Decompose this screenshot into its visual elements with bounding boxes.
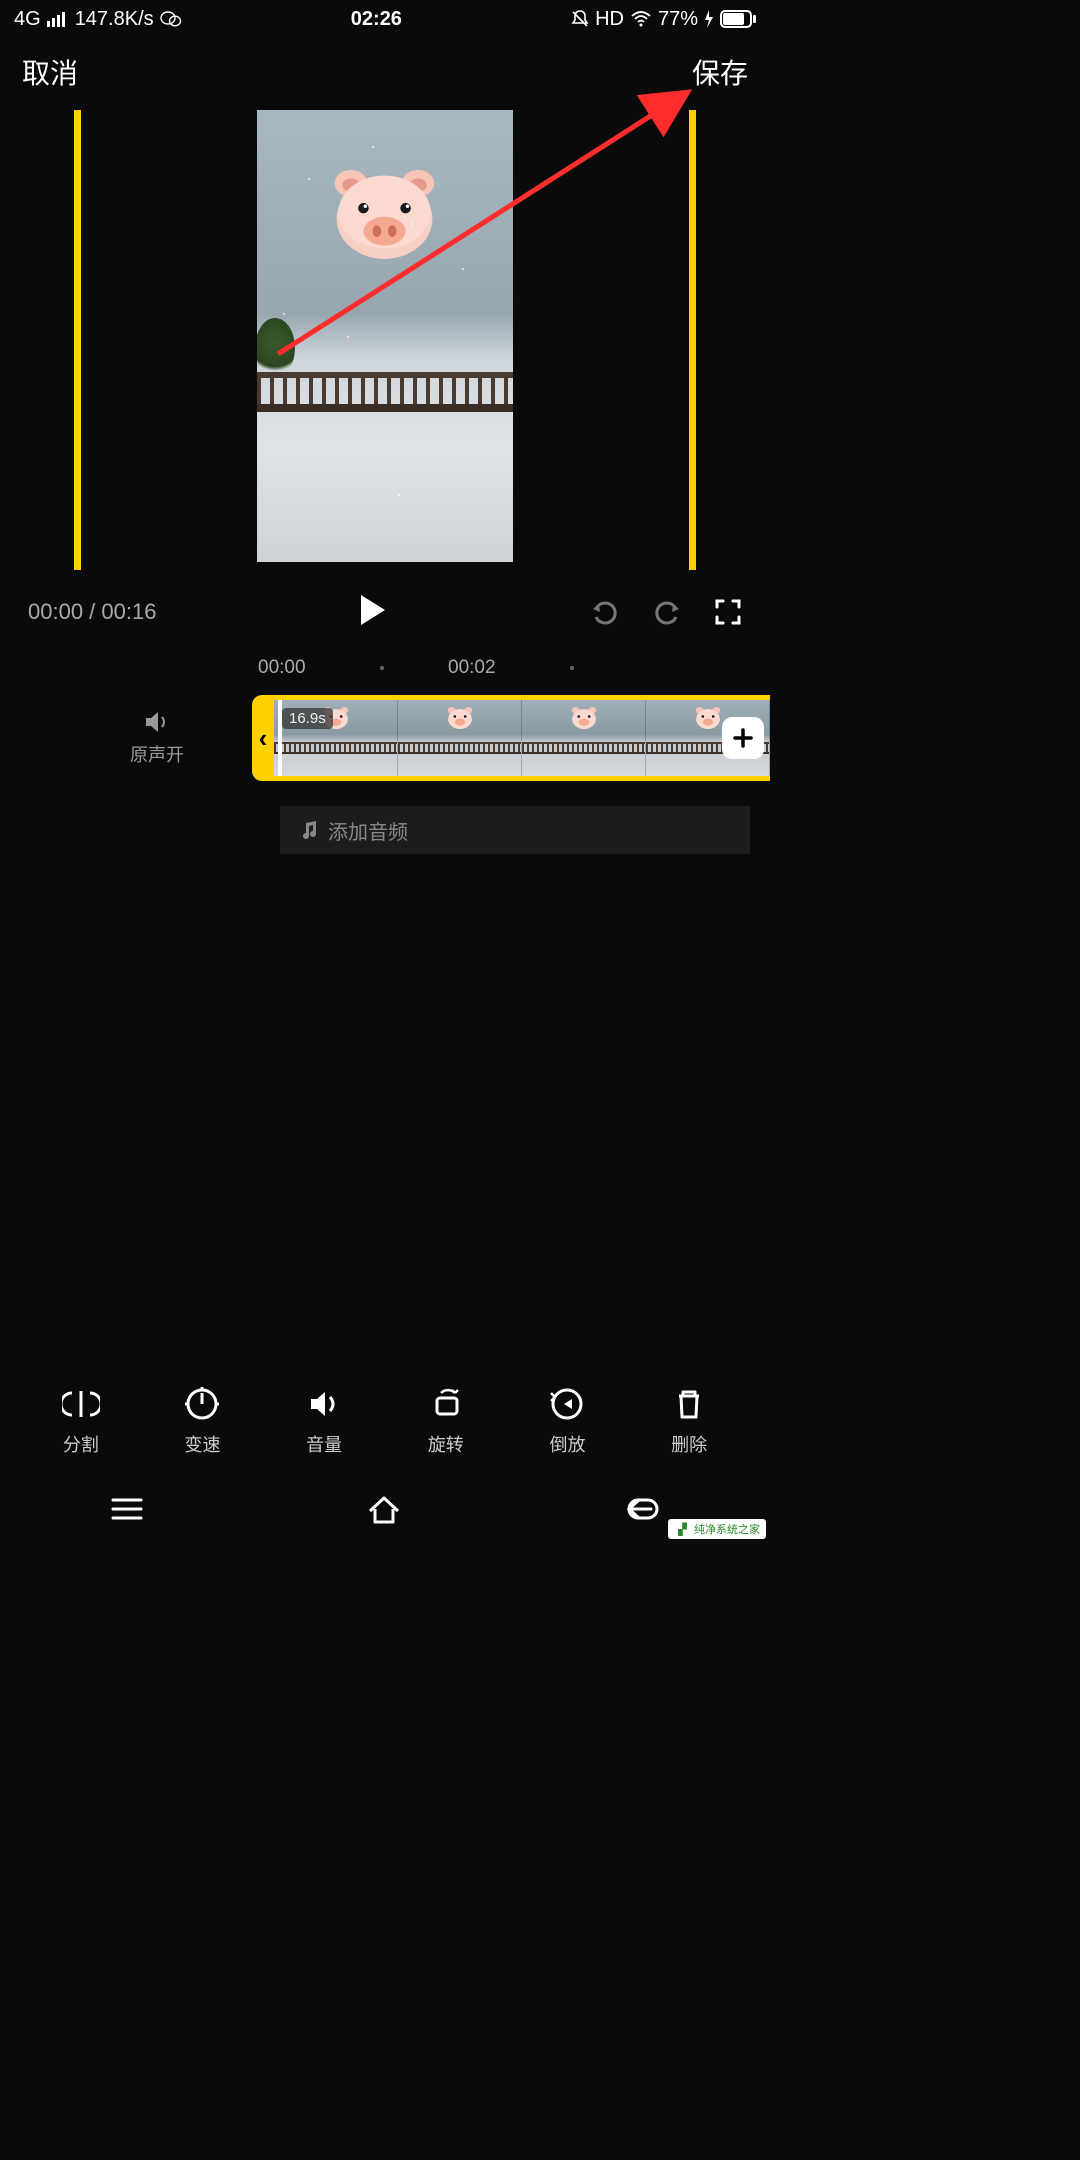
rotate-icon [427,1385,465,1423]
status-right: HD 77% [571,8,756,31]
nav-home-icon[interactable] [364,1493,404,1525]
play-button[interactable] [358,593,388,632]
status-left: 4G 147.8K/s [14,8,182,31]
tool-volume[interactable]: 音量 [305,1385,343,1457]
volume-icon [305,1385,343,1423]
battery-pct: 77% [658,8,698,31]
cancel-button[interactable]: 取消 [22,52,78,92]
add-clip-button[interactable] [722,717,764,759]
time-display: 00:00 / 00:16 [28,599,156,625]
watermark: ▗▘ 纯净系统之家 [668,1519,766,1539]
crop-handle-left[interactable] [74,110,81,570]
fence-graphic [257,372,513,412]
tool-delete[interactable]: 删除 [670,1385,708,1457]
nav-back-icon[interactable] [623,1495,661,1523]
wifi-icon [630,11,652,27]
clip-trim-left[interactable]: ‹ [252,695,274,781]
pig-sticker [327,166,442,261]
add-audio-label: 添加音频 [328,816,408,845]
mute-icon [571,9,589,29]
nav-menu-icon[interactable] [109,1495,145,1523]
total-time: 00:16 [101,599,156,624]
speed-icon [183,1385,221,1423]
video-frame [257,110,513,562]
tool-bar: 分割 变速 音量 旋转 倒放 删除 [0,1385,770,1457]
status-time: 02:26 [351,8,402,31]
split-icon [62,1385,100,1423]
undo-button[interactable] [590,597,620,627]
plus-icon [732,727,754,749]
sound-toggle-label: 原声开 [130,741,184,767]
video-preview[interactable] [0,110,770,570]
save-button[interactable]: 保存 [692,52,748,92]
trash-icon [670,1385,708,1423]
battery-icon [720,10,756,28]
network-type: 4G [14,8,41,31]
speaker-icon [143,709,171,735]
add-audio-button[interactable]: 添加音频 [280,806,750,854]
fullscreen-button[interactable] [714,598,742,626]
tool-reverse[interactable]: 倒放 [548,1385,586,1457]
ruler-mark-0: 00:00 [258,657,306,679]
system-nav-bar [0,1477,770,1541]
redo-button[interactable] [652,597,682,627]
tool-split[interactable]: 分割 [62,1385,100,1457]
hd-label: HD [595,8,624,31]
reverse-icon [548,1385,586,1423]
timeline-row: 原声开 ‹ 16.9s [0,688,770,788]
clip-body[interactable]: 16.9s [274,695,770,781]
wechat-icon [160,9,182,29]
signal-icon [47,11,69,27]
tool-rotate[interactable]: 旋转 [427,1385,465,1457]
playback-controls: 00:00 / 00:16 [0,580,770,644]
tool-speed[interactable]: 变速 [183,1385,221,1457]
header-bar: 取消 保存 [0,38,770,106]
original-sound-toggle[interactable]: 原声开 [112,709,202,767]
network-speed: 147.8K/s [75,8,154,31]
tree-graphic [257,318,295,378]
clip-track[interactable]: ‹ 16.9s [252,695,770,781]
charging-icon [704,10,714,28]
crop-handle-right[interactable] [689,110,696,570]
music-icon [300,820,318,840]
timeline-ruler: 00:00 00:02 [0,644,770,688]
playhead[interactable] [278,695,282,781]
status-bar: 4G 147.8K/s 02:26 HD 77% [0,0,770,38]
clip-duration-badge: 16.9s [282,708,333,729]
current-time: 00:00 [28,599,83,624]
ruler-mark-1: 00:02 [448,657,496,679]
